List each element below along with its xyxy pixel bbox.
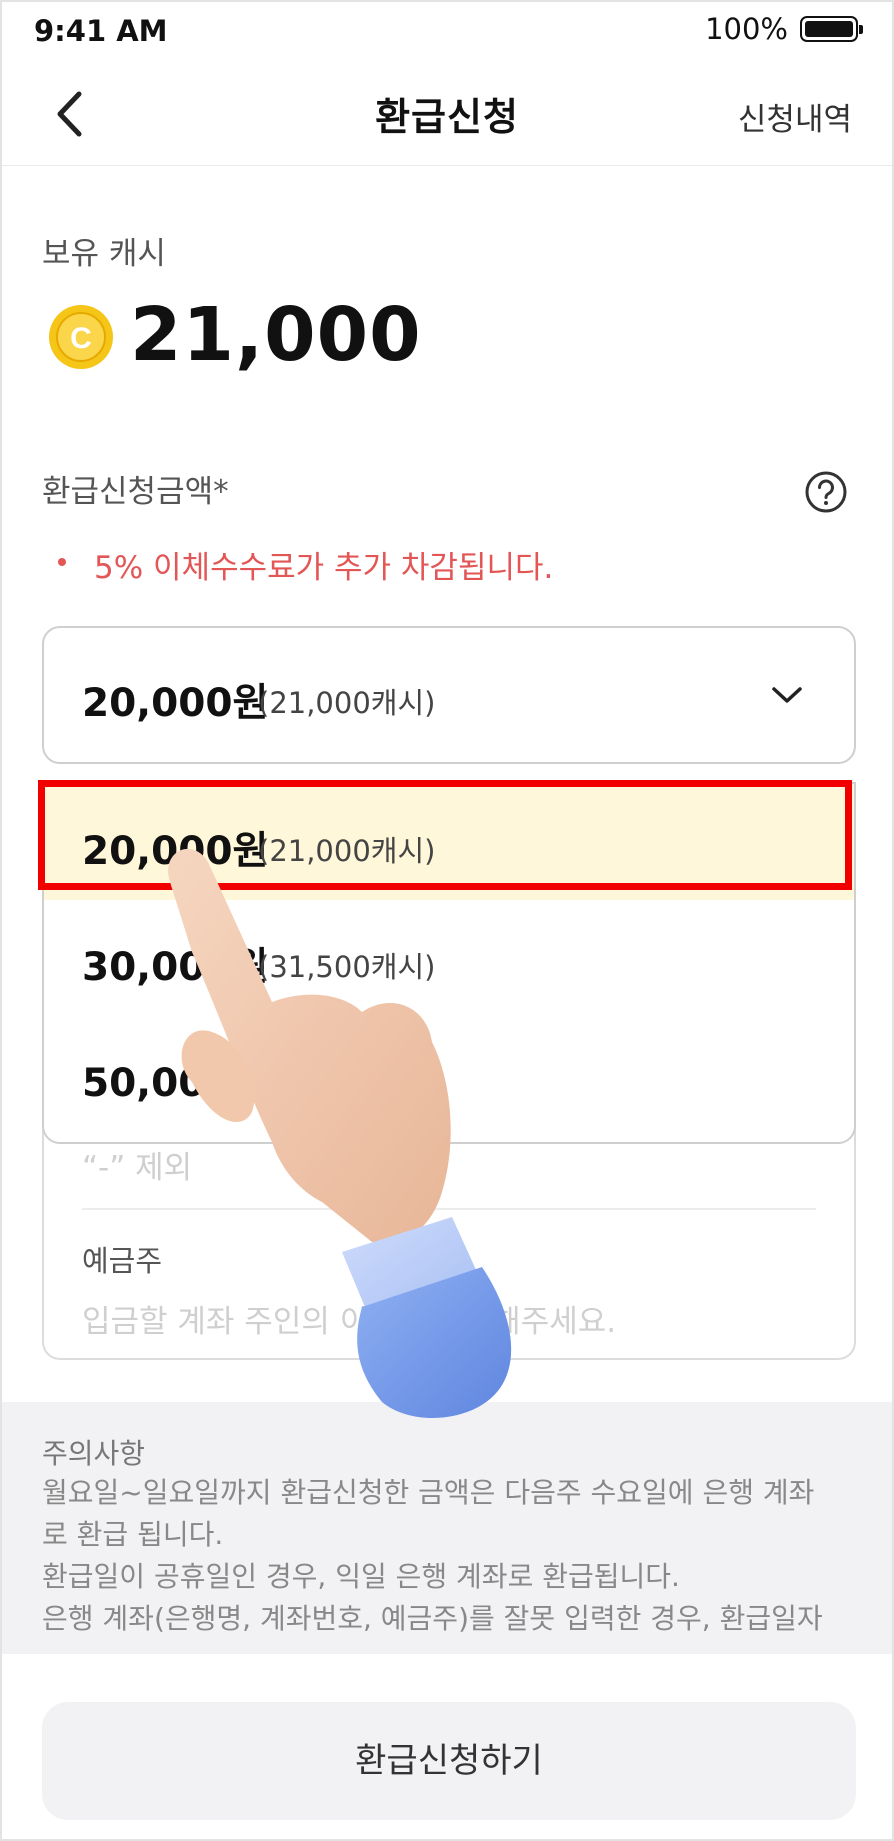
option-cash: (21,000캐시) [258,834,436,868]
header: 환급신청 신청내역 [2,62,892,166]
notice-section: 주의사항 월요일~일요일까지 환급신청한 금액은 다음주 수요일에 은행 계좌 … [2,1402,892,1654]
status-bar: 9:41 AM 100% [2,2,892,58]
refund-screen: 9:41 AM 100% 환급신청 신청내역 보유 캐시 C 21,000 환급… [0,0,894,1841]
form-divider [82,1208,816,1210]
account-number-input[interactable]: “-” 제외 [82,1142,192,1187]
option-amount: 20,000원 [82,829,269,874]
help-icon[interactable] [804,470,848,514]
status-time: 9:41 AM [34,14,168,48]
selected-amount: 20,000원 [82,681,269,726]
battery-percentage: 100% [705,12,788,46]
bullet-dot [58,558,66,566]
amount-option[interactable]: 20,000원 (21,000캐시) [44,784,854,900]
fee-notice-text: 5% 이체수수료가 추가 차감됩니다. [94,550,554,586]
account-holder-label: 예금주 [82,1244,163,1278]
refund-amount-label: 환급신청금액* [42,474,229,510]
coin-icon: C [49,305,113,369]
option-amount: 50,000원 [82,1061,269,1106]
amount-dropdown-list: 20,000원 (21,000캐시) 30,000원 (31,500캐시) 50… [42,782,856,1144]
amount-option[interactable]: 50,000원 [44,1016,854,1132]
notice-line: 로 환급 됩니다. [42,1518,224,1551]
chevron-down-icon [772,687,802,703]
history-link[interactable]: 신청내역 [738,94,852,139]
notice-title: 주의사항 [42,1437,146,1470]
battery-icon [800,16,863,42]
notice-line: 월요일~일요일까지 환급신청한 금액은 다음주 수요일에 은행 계좌 [42,1476,815,1509]
submit-button[interactable]: 환급신청하기 [42,1702,856,1820]
notice-line: 은행 계좌(은행명, 계좌번호, 예금주)를 잘못 입력한 경우, 환급일자 [42,1602,823,1635]
refund-amount-select[interactable]: 20,000원 (21,000캐시) [42,626,856,764]
svg-text:C: C [70,322,92,355]
cash-label: 보유 캐시 [42,236,166,272]
selected-cash: (21,000캐시) [258,686,436,720]
account-holder-input[interactable]: 입금할 계좌 주인의 이름을 입력해주세요. [82,1296,616,1341]
option-amount: 30,000원 [82,945,269,990]
option-cash: (31,500캐시) [258,950,436,984]
cash-amount: 21,000 [130,292,422,378]
notice-line: 환급일이 공휴일인 경우, 익일 은행 계좌로 환급됩니다. [42,1560,680,1593]
amount-option[interactable]: 30,000원 (31,500캐시) [44,900,854,1016]
